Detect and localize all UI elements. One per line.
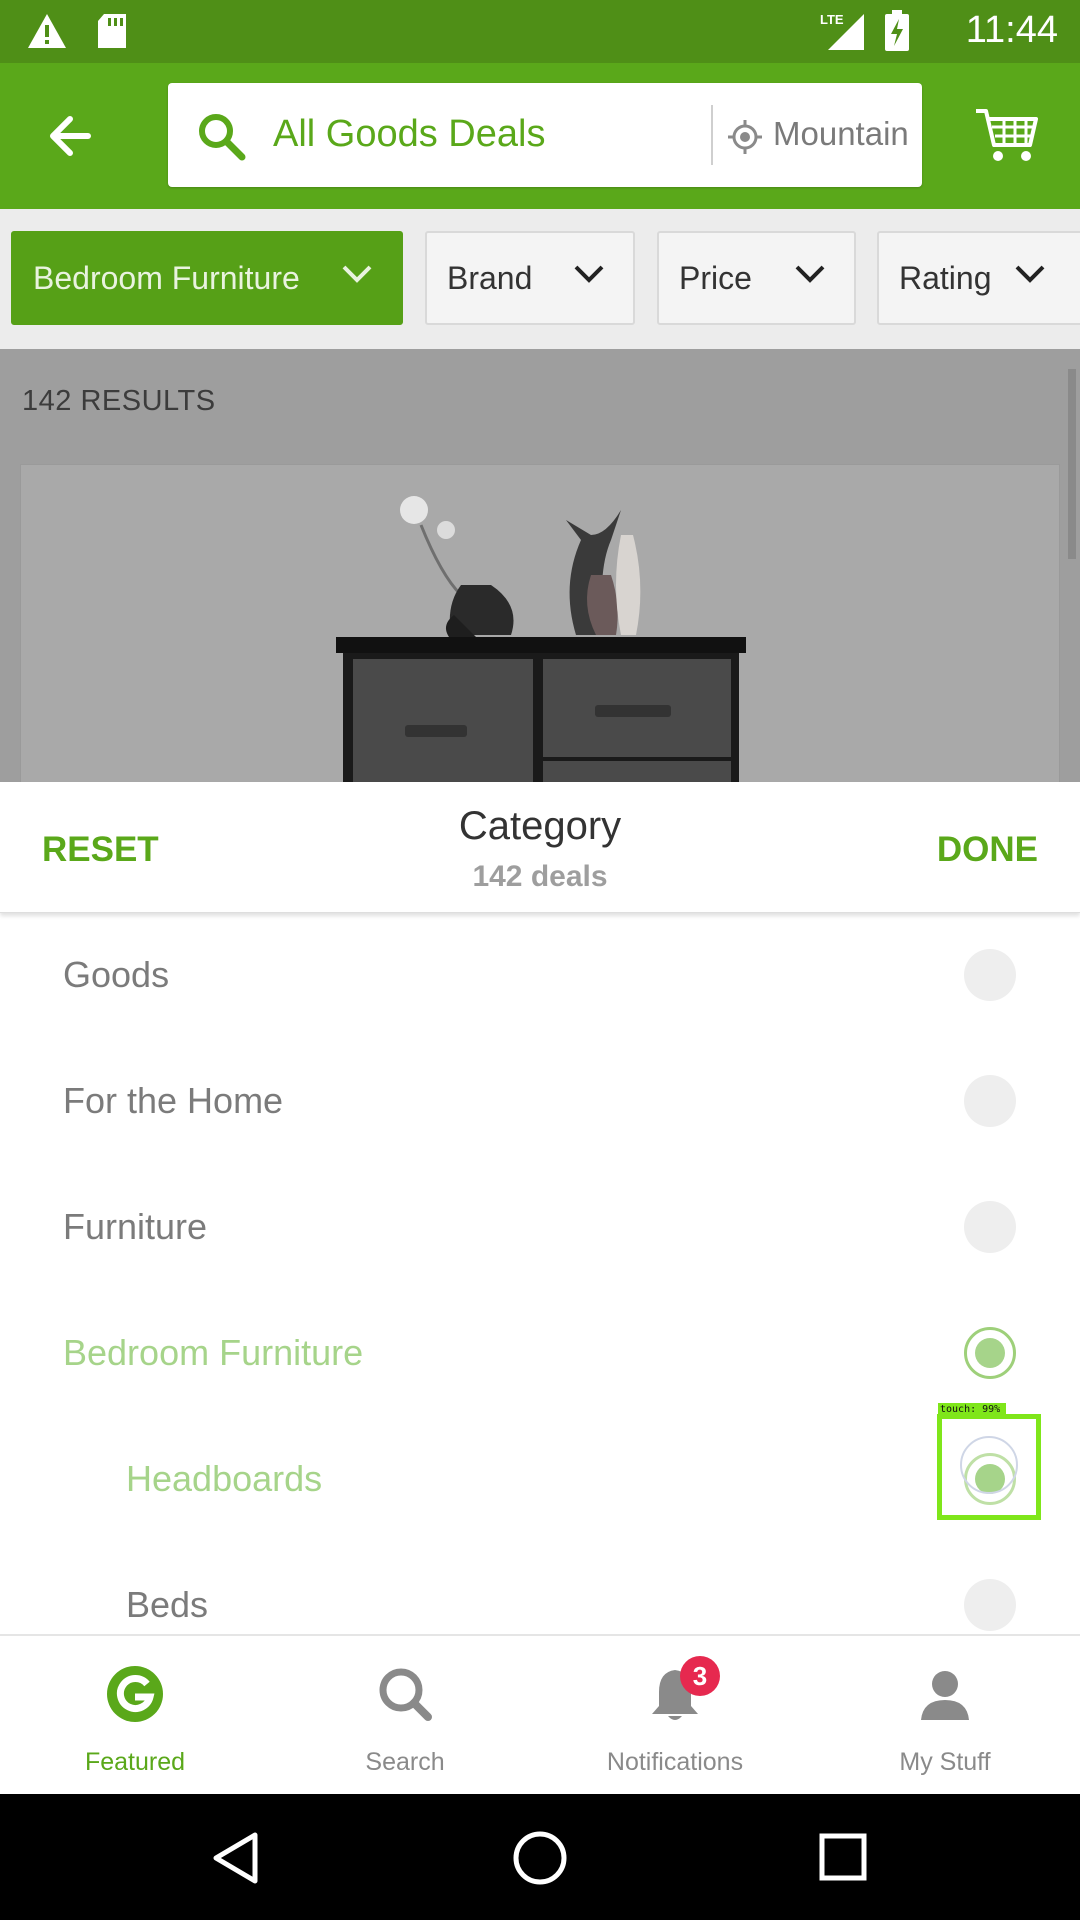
filter-chip-brand[interactable]: Brand: [425, 231, 635, 325]
lte-signal-icon: LTE: [820, 12, 864, 50]
chevron-down-icon: [795, 265, 825, 283]
search-divider: [711, 105, 713, 165]
filter-chip-label: Bedroom Furniture: [33, 259, 300, 296]
results-overlay: 142 RESULTS: [0, 349, 1080, 782]
status-bar: LTE 11:44: [0, 0, 1080, 63]
nav-search[interactable]: Search: [270, 1636, 540, 1796]
nav-home-circle-icon[interactable]: [512, 1830, 568, 1886]
category-label: Beds: [126, 1584, 209, 1625]
category-label: For the Home: [63, 1080, 284, 1121]
filter-chip-label: Price: [679, 259, 752, 296]
category-sheet: RESET Category 142 deals DONE Goods For …: [0, 782, 1080, 1634]
cart-button[interactable]: [974, 105, 1040, 165]
touch-indicator-box: [937, 1414, 1041, 1520]
nav-notifications[interactable]: Notifications: [540, 1636, 810, 1796]
sheet-title: Category: [458, 804, 622, 848]
status-time: 11:44: [965, 9, 1058, 51]
nav-label: Notifications: [606, 1748, 744, 1776]
radio-button[interactable]: [964, 1201, 1016, 1253]
sd-card-icon: [98, 14, 126, 48]
chevron-down-icon: [342, 265, 372, 283]
bottom-nav: Featured Search Notifications 3 My Stuff: [0, 1634, 1080, 1796]
category-item-beds[interactable]: Beds: [0, 1542, 1080, 1634]
nav-back-triangle-icon[interactable]: [210, 1831, 262, 1885]
chevron-down-icon: [574, 265, 604, 283]
person-icon: [921, 1671, 969, 1720]
nav-label: Featured: [84, 1748, 186, 1776]
filter-chip-price[interactable]: Price: [657, 231, 856, 325]
done-button[interactable]: DONE: [937, 830, 1038, 870]
category-item-bedroom-furniture[interactable]: Bedroom Furniture: [0, 1290, 1080, 1416]
radio-button-selected[interactable]: [964, 1327, 1016, 1379]
scrollbar: [1068, 369, 1076, 559]
search-icon: [199, 114, 246, 161]
category-item-headboards[interactable]: Headboards: [0, 1416, 1080, 1542]
search-bar[interactable]: All Goods Deals Mountain: [168, 83, 922, 187]
search-query[interactable]: All Goods Deals: [273, 113, 545, 156]
location-target-icon: [728, 120, 762, 154]
arrow-back-icon: [50, 116, 91, 156]
system-nav-bar: [0, 1794, 1080, 1920]
product-image: [336, 496, 746, 782]
back-button[interactable]: [40, 105, 110, 167]
category-label: Headboards: [126, 1458, 323, 1499]
battery-charging-icon: [885, 10, 909, 51]
location-field[interactable]: Mountain: [773, 115, 913, 153]
radio-button[interactable]: [964, 1579, 1016, 1631]
nav-featured[interactable]: Featured: [0, 1636, 270, 1796]
category-label: Bedroom Furniture: [63, 1332, 364, 1373]
filter-chip-label: Brand: [447, 259, 533, 296]
category-item-goods[interactable]: Goods: [0, 912, 1080, 1038]
nav-label: My Stuff: [899, 1748, 991, 1776]
warning-icon: [28, 14, 66, 48]
product-card[interactable]: [20, 464, 1060, 782]
sheet-header: RESET Category 142 deals DONE: [0, 782, 1080, 913]
app-header: All Goods Deals Mountain: [0, 63, 1080, 209]
category-label: Furniture: [63, 1206, 208, 1247]
category-item-for-the-home[interactable]: For the Home: [0, 1038, 1080, 1164]
nav-recents-square-icon[interactable]: [818, 1832, 868, 1882]
category-label: Goods: [63, 954, 170, 995]
filter-chip-category[interactable]: Bedroom Furniture: [11, 231, 403, 325]
status-right-icons: LTE: [818, 10, 910, 52]
notification-badge: 3: [680, 1656, 720, 1696]
filter-chip-rating[interactable]: Rating: [877, 231, 1080, 325]
touch-indicator-label: touch: 99%: [938, 1403, 1006, 1417]
sheet-subtitle: 142 deals: [472, 860, 608, 893]
category-list: Goods For the Home Furniture Bedroom Fur…: [0, 912, 1080, 1634]
category-item-furniture[interactable]: Furniture: [0, 1164, 1080, 1290]
radio-button[interactable]: [964, 1075, 1016, 1127]
results-count: 142 RESULTS: [22, 385, 216, 417]
groupon-g-icon: [107, 1666, 163, 1722]
search-icon: [379, 1668, 432, 1721]
status-left-icons: [26, 12, 128, 50]
chevron-down-icon: [1015, 265, 1045, 283]
nav-my-stuff[interactable]: My Stuff: [810, 1636, 1080, 1796]
filter-row: Bedroom Furniture Brand Price Rating: [0, 209, 1080, 349]
cart-icon: [976, 109, 1038, 161]
svg-text:LTE: LTE: [820, 12, 844, 27]
nav-label: Search: [365, 1748, 445, 1776]
filter-chip-label: Rating: [899, 259, 992, 296]
radio-button[interactable]: [964, 949, 1016, 1001]
